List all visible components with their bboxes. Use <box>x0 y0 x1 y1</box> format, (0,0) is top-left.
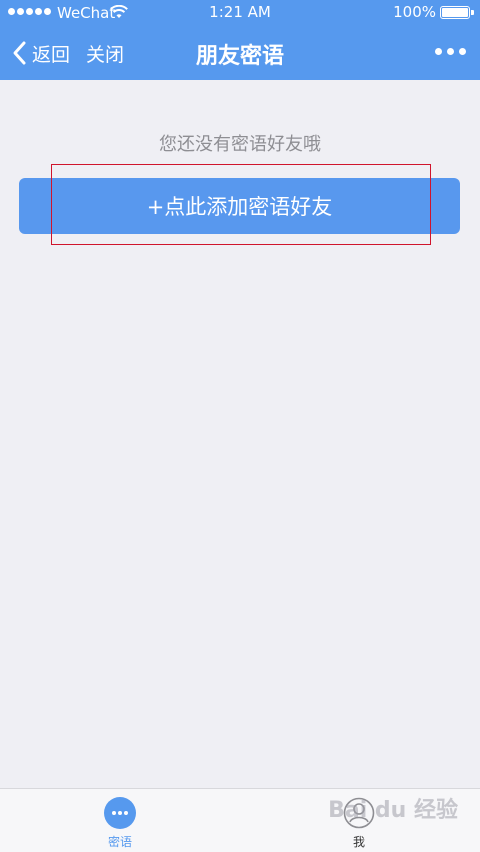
back-button[interactable]: 返回 <box>10 39 70 67</box>
close-button[interactable]: 关闭 <box>86 40 124 67</box>
navigation-bar: 返回 关闭 朋友密语 <box>0 26 480 80</box>
empty-state-message: 您还没有密语好友哦 <box>159 134 321 155</box>
status-bar: WeChat 1:21 AM 100% <box>0 0 480 26</box>
tab-me[interactable]: 我 <box>329 797 389 850</box>
tab-label: 我 <box>352 835 365 849</box>
back-label: 返回 <box>32 43 71 66</box>
more-options-icon[interactable] <box>435 48 466 55</box>
person-icon <box>343 797 375 829</box>
header: WeChat 1:21 AM 100% 返回 关闭 朋友密语 <box>0 0 480 80</box>
page-title: 朋友密语 <box>195 44 284 69</box>
app-screen: WeChat 1:21 AM 100% 返回 关闭 朋友密语 您还没有密语好友哦… <box>0 0 480 852</box>
battery-icon <box>440 6 474 19</box>
add-friend-button[interactable]: +点此添加密语好友 <box>19 178 460 234</box>
chevron-left-icon <box>13 41 26 65</box>
tab-miyu[interactable]: 密语 <box>90 797 150 850</box>
tab-label: 密语 <box>107 835 132 849</box>
chat-bubble-icon <box>104 797 136 829</box>
tab-bar: 密语 我 <box>0 788 480 852</box>
battery-percentage: 100% <box>393 3 436 21</box>
